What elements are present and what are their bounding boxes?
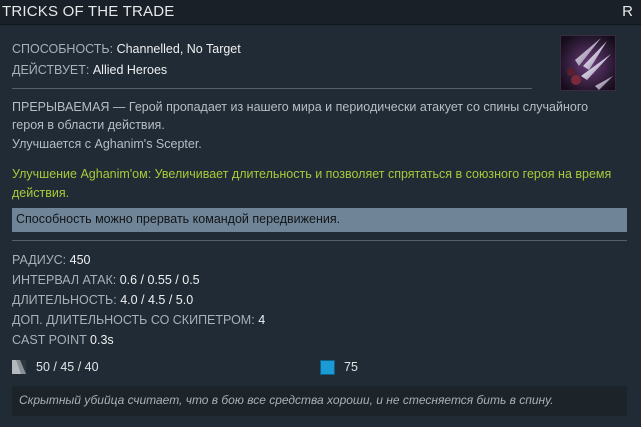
tooltip-header: TRICKS OF THE TRADE R [0, 0, 641, 25]
stat-row: CAST POINT 0.3s [12, 333, 114, 347]
stat-value: 0.6 / 0.55 / 0.5 [119, 273, 200, 287]
stat-row: ИНТЕРВАЛ АТАК: 0.6 / 0.55 / 0.5 [12, 273, 200, 287]
stat-value: 4.0 / 4.5 / 5.0 [120, 293, 194, 307]
ability-affects-row: ДЕЙСТВУЕТ: Allied Heroes [12, 63, 167, 77]
stat-value: 450 [69, 253, 91, 267]
stat-row: ДОП. ДЛИТЕЛЬНОСТЬ СО СКИПЕТРОМ: 4 [12, 313, 265, 327]
ability-affects-value: Allied Heroes [92, 63, 168, 77]
divider [12, 240, 627, 241]
tricks-of-the-trade-icon [560, 35, 616, 91]
ability-description: ПРЕРЫВАЕМАЯ — Герой пропадает из нашего … [12, 100, 589, 132]
scepter-upgrade-line: Улучшается с Aghanim's Scepter. [12, 137, 202, 151]
ability-type-row: СПОСОБНОСТЬ: Channelled, No Target [12, 42, 241, 56]
stat-label: ИНТЕРВАЛ АТАК: [12, 273, 117, 287]
cooldown-value: 50 / 45 / 40 [36, 360, 99, 374]
ability-hotkey: R [622, 3, 633, 20]
aghanim-upgrade-text: Улучшение Aghanim'ом: Увеличивает длител… [12, 167, 612, 200]
interrupt-note: Способность можно прервать командой пере… [12, 208, 627, 232]
stat-value: 4 [258, 313, 266, 327]
stat-value: 0.3s [90, 333, 114, 347]
stat-label: ДЛИТЕЛЬНОСТЬ: [12, 293, 117, 307]
ability-type-value: Channelled, No Target [116, 42, 241, 56]
stat-row: ДЛИТЕЛЬНОСТЬ: 4.0 / 4.5 / 5.0 [12, 293, 193, 307]
stat-row: РАДИУС: 450 [12, 253, 91, 267]
stat-label: CAST POINT [12, 333, 87, 347]
ability-title: TRICKS OF THE TRADE [2, 3, 175, 20]
cooldown-icon [12, 360, 26, 374]
lore-text: Скрытный убийца считает, что в бою все с… [12, 386, 627, 416]
ability-type-label: СПОСОБНОСТЬ: [12, 42, 114, 56]
ability-affects-label: ДЕЙСТВУЕТ: [12, 63, 90, 77]
stat-label: РАДИУС: [12, 253, 67, 267]
stat-label: ДОП. ДЛИТЕЛЬНОСТЬ СО СКИПЕТРОМ: [12, 313, 255, 327]
mana-cost-value: 75 [344, 360, 358, 374]
divider [12, 88, 532, 89]
mana-icon [320, 360, 335, 375]
